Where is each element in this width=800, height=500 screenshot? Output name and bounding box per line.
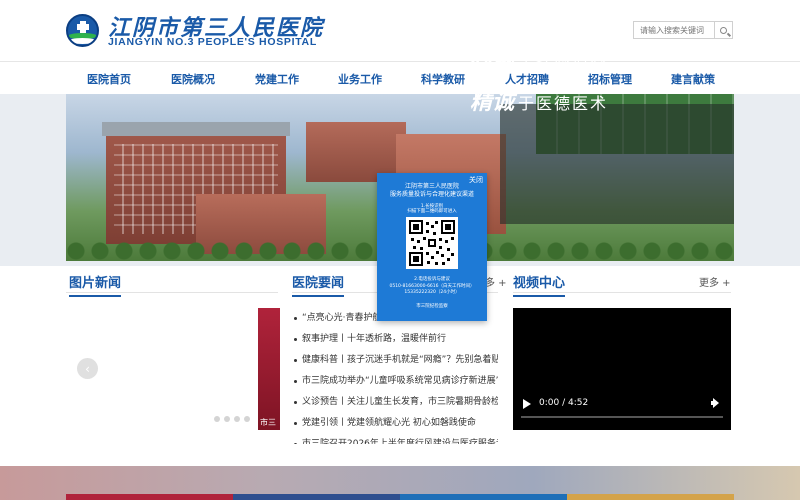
carousel-dot[interactable]: [224, 416, 230, 422]
carousel-prev-button[interactable]: ‹: [77, 358, 98, 379]
carousel-dots: [214, 416, 250, 422]
site-header: 江阴市第三人民医院 JIANGYIN NO.3 PEOPLE'S HOSPITA…: [0, 0, 800, 62]
list-item[interactable]: 党建引领丨党建领航耀心光 初心如磐践使命: [292, 413, 498, 434]
qr-code-icon[interactable]: [406, 217, 458, 269]
photo-news-image[interactable]: 市三: [258, 308, 280, 430]
list-item[interactable]: 市三院召开2026年上半年度行风建设与医疗服务专: [292, 434, 498, 444]
popup-title-1: 江阴市第三人民医院: [404, 183, 459, 190]
carousel-dot[interactable]: [244, 416, 250, 422]
popup-step-2: 2.电话投诉与建议: [414, 277, 450, 282]
photo-news-title[interactable]: 图片新闻: [69, 272, 122, 297]
volume-icon[interactable]: [711, 398, 721, 408]
nav-item-party[interactable]: 党建工作: [255, 71, 299, 87]
nav-item-suggestions[interactable]: 建言献策: [671, 71, 715, 87]
search-button[interactable]: [714, 22, 732, 38]
slogan-panel: [500, 104, 734, 224]
nav-item-research[interactable]: 科学教研: [421, 71, 465, 87]
photo-caption: 市三: [260, 418, 276, 427]
video-progress-bar[interactable]: [521, 416, 723, 418]
list-item[interactable]: 叙事护理丨十年透析路，温暖伴前行: [292, 329, 498, 350]
chevron-left-icon: ‹: [85, 361, 90, 376]
list-item[interactable]: 市三院成功举办“儿童呼吸系统常见病诊疗新进展”: [292, 371, 498, 392]
complaint-qr-popup: 关闭 江阴市第三人民医院 服务质量投诉与合理化建议渠道 1.长按识别 扫描下面二…: [377, 173, 487, 321]
search-box: [633, 21, 733, 39]
popup-phone-2: 15335222320（24小时）: [404, 290, 460, 295]
popup-footer: 市三院纪检监察: [416, 304, 448, 309]
nav-item-home[interactable]: 医院首页: [87, 71, 131, 87]
photo-news-carousel: [66, 300, 278, 430]
carousel-dot[interactable]: [214, 416, 220, 422]
main-nav: 医院首页 医院概况 党建工作 业务工作 科学教研 人才招聘 招标管理 建言献策: [0, 62, 800, 94]
list-item[interactable]: 义诊预告丨关注儿童生长发育，市三院暑期骨龄检: [292, 392, 498, 413]
slogan-line-2: 精诚 于医德医术: [470, 89, 609, 115]
slogan-line-1: 忠诚 于理想信念: [470, 43, 609, 69]
hospital-news-title[interactable]: 医院要闻: [292, 272, 345, 297]
bottom-tab-strip[interactable]: [233, 494, 400, 500]
nav-item-overview[interactable]: 医院概况: [171, 71, 215, 87]
bottom-tab-strip[interactable]: [66, 494, 233, 500]
video-center-title[interactable]: 视频中心: [513, 272, 566, 297]
logo-title-en: JIANGYIN NO.3 PEOPLE'S HOSPITAL: [108, 36, 317, 48]
hospital-news-list: “点亮心光·青春护航” 叙事护理丨十年透析路，温暖伴前行 健康科普丨孩子沉迷手机…: [292, 308, 498, 444]
hospital-news-more-link[interactable]: 多 +: [485, 274, 507, 289]
hospital-logo-icon[interactable]: [66, 14, 99, 47]
carousel-dot[interactable]: [234, 416, 240, 422]
nav-item-business[interactable]: 业务工作: [338, 71, 382, 87]
video-center-more-link[interactable]: 更多 +: [699, 274, 731, 289]
search-icon: [720, 26, 727, 34]
bottom-tab-strip[interactable]: [567, 494, 734, 500]
search-input[interactable]: [634, 22, 714, 38]
list-item[interactable]: 健康科普丨孩子沉迷手机就是“网瘾”？先别急着贴: [292, 350, 498, 371]
popup-title-2: 服务质量投诉与合理化建议渠道: [389, 191, 474, 198]
popup-step-1-desc: 扫描下面二维码即可进入: [407, 209, 457, 214]
video-time: 0:00 / 4:52: [539, 398, 589, 408]
bottom-tab-strip[interactable]: [400, 494, 567, 500]
video-player[interactable]: 0:00 / 4:52: [513, 308, 731, 430]
play-icon[interactable]: [523, 399, 531, 409]
